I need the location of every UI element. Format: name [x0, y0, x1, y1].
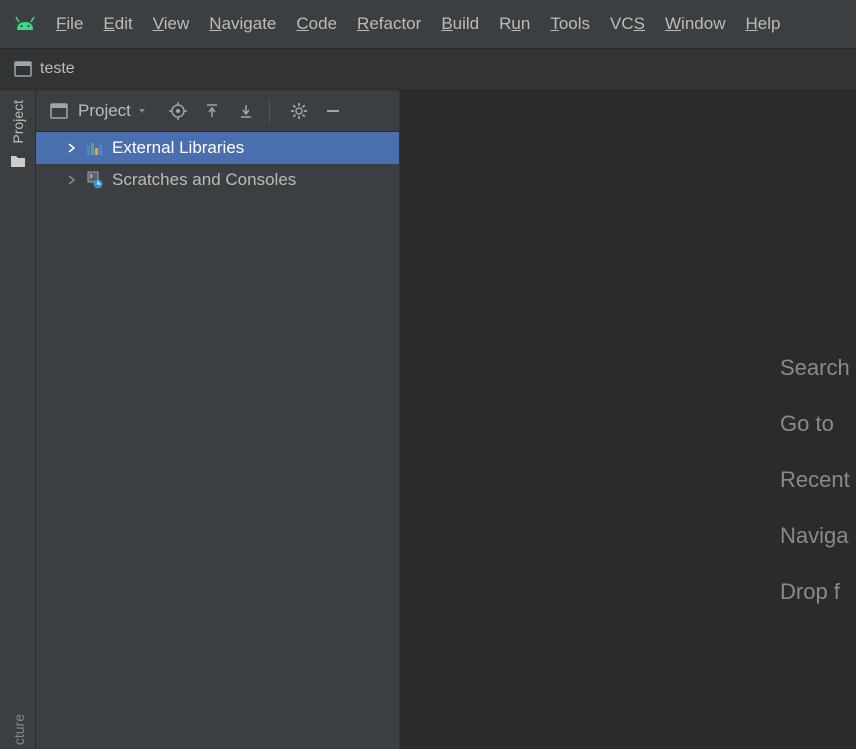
menubar: File Edit View Navigate Code Refactor Bu…: [0, 0, 856, 48]
menu-vcs[interactable]: VCS: [610, 14, 645, 34]
tool-tab-structure-partial[interactable]: cture: [11, 714, 27, 745]
collapse-all-icon[interactable]: [235, 100, 257, 122]
hide-icon[interactable]: [322, 100, 344, 122]
menu-file[interactable]: File: [56, 14, 83, 34]
locate-icon[interactable]: [167, 100, 189, 122]
libraries-icon: [86, 140, 104, 156]
menu-view[interactable]: View: [153, 14, 190, 34]
folder-icon[interactable]: [10, 154, 26, 172]
android-logo-icon: [14, 16, 36, 32]
project-panel-title[interactable]: Project: [78, 101, 131, 121]
divider: [269, 99, 270, 123]
editor-empty-state: Search Go to Recent Naviga Drop f: [400, 90, 856, 749]
menu-edit[interactable]: Edit: [103, 14, 132, 34]
chevron-right-icon: [66, 174, 78, 186]
project-tool-window: Project: [36, 90, 400, 749]
hint-navigate: Naviga: [780, 523, 850, 549]
menu-navigate[interactable]: Navigate: [209, 14, 276, 34]
expand-all-icon[interactable]: [201, 100, 223, 122]
menu-refactor[interactable]: Refactor: [357, 14, 421, 34]
left-tool-strip: Project cture: [0, 90, 36, 749]
editor-hints: Search Go to Recent Naviga Drop f: [780, 355, 850, 605]
gear-icon[interactable]: [288, 100, 310, 122]
menu-build[interactable]: Build: [441, 14, 479, 34]
project-icon: [14, 61, 32, 77]
hint-goto: Go to: [780, 411, 850, 437]
project-panel-header: Project: [36, 90, 399, 132]
menu-run[interactable]: Run: [499, 14, 530, 34]
hint-search: Search: [780, 355, 850, 381]
tree-item-scratches[interactable]: Scratches and Consoles: [36, 164, 399, 196]
chevron-down-icon[interactable]: [139, 109, 145, 113]
project-tree: External Libraries Scratches and Console…: [36, 132, 399, 749]
tree-item-label: Scratches and Consoles: [112, 170, 296, 190]
tree-item-external-libraries[interactable]: External Libraries: [36, 132, 399, 164]
menu-code[interactable]: Code: [296, 14, 337, 34]
menu-help[interactable]: Help: [745, 14, 780, 34]
tree-item-label: External Libraries: [112, 138, 244, 158]
menu-window[interactable]: Window: [665, 14, 725, 34]
chevron-right-icon: [66, 142, 78, 154]
hint-drop: Drop f: [780, 579, 850, 605]
menu-tools[interactable]: Tools: [550, 14, 590, 34]
breadcrumb-project[interactable]: teste: [40, 60, 75, 78]
project-view-icon: [50, 103, 68, 119]
breadcrumb-bar: teste: [0, 48, 856, 90]
hint-recent: Recent: [780, 467, 850, 493]
scratches-icon: [86, 171, 104, 189]
tool-tab-project[interactable]: Project: [10, 100, 26, 144]
